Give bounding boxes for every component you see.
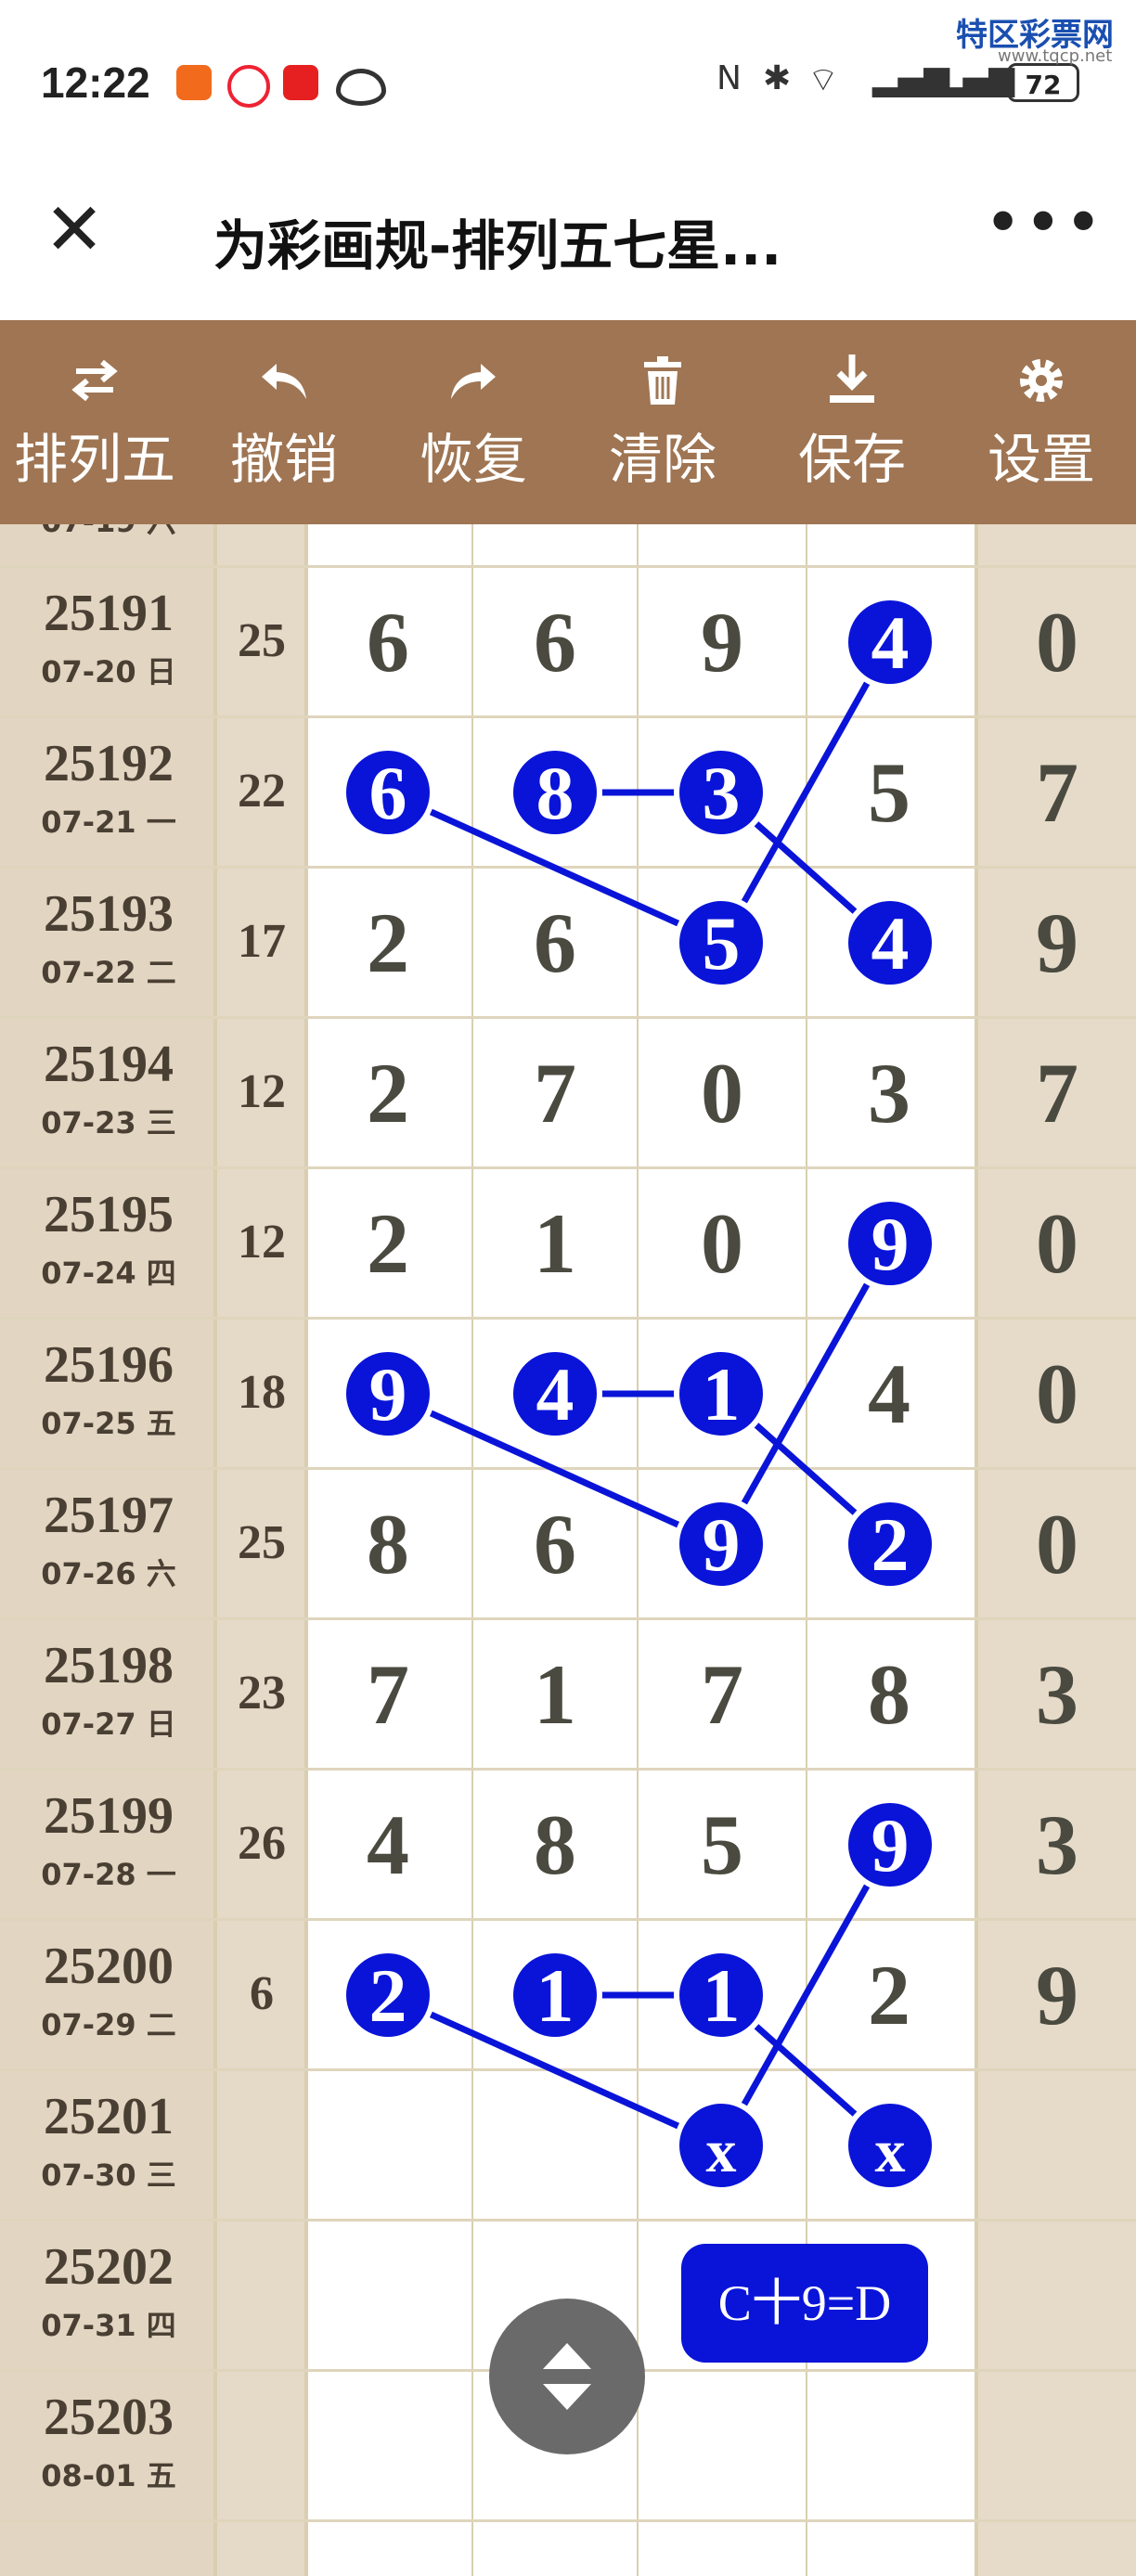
marked-digit[interactable]: 4 xyxy=(508,1346,602,1441)
marked-digit-label: 3 xyxy=(703,751,741,835)
marked-digit-label: x xyxy=(706,2118,737,2185)
marked-digit[interactable]: 1 xyxy=(674,1948,768,2042)
download-icon xyxy=(830,354,874,403)
marked-digit-label: 9 xyxy=(369,1352,407,1436)
status-bar: 12:22 N ✱ ⌔ ▂▄▆ ▂▄▆ 72 特区彩票网 www.tqcp.ne… xyxy=(0,0,1136,148)
page-title: 为彩画规-排列五七星... xyxy=(213,214,782,277)
marked-digit[interactable]: 1 xyxy=(508,1948,602,2042)
undo-icon xyxy=(262,364,306,399)
tool-label: 撤销 xyxy=(229,428,338,491)
marked-digit[interactable]: 9 xyxy=(843,1196,937,1291)
tool-label: 清除 xyxy=(608,428,716,491)
formula-badge[interactable]: C十9=D xyxy=(681,2244,928,2363)
marked-digit[interactable]: 9 xyxy=(843,1797,937,1892)
up-down-icon xyxy=(543,2343,591,2410)
pattern-overlay[interactable]: 4 6 8 3 5 4 9 9 4 1 9 2 9 2 1 1 x x xyxy=(0,524,1136,2576)
app-notification-icon xyxy=(176,65,212,100)
marked-digit-label: x xyxy=(875,2118,906,2185)
nav-bar: ✕ 为彩画规-排列五七星... ••• xyxy=(0,158,1136,306)
status-time: 12:22 xyxy=(41,58,150,107)
marked-digit[interactable]: x xyxy=(843,2098,937,2193)
marked-digit-label: 2 xyxy=(369,1953,407,2038)
marked-digit-label: 1 xyxy=(536,1953,574,2038)
settings-button[interactable]: 设置 xyxy=(947,320,1136,524)
red-app-icon xyxy=(283,65,318,100)
marked-digit-label: 9 xyxy=(703,1502,741,1587)
marked-digit[interactable]: 4 xyxy=(843,595,937,689)
marked-digit-label: 1 xyxy=(703,1953,741,2038)
tool-label: 设置 xyxy=(987,428,1095,491)
marked-digit[interactable]: 3 xyxy=(674,745,768,840)
marked-digit-label: 5 xyxy=(703,901,741,985)
scroll-toggle-button[interactable] xyxy=(489,2299,645,2454)
marked-digit-label: 4 xyxy=(871,901,910,985)
marked-digit-label: 4 xyxy=(871,600,910,685)
eye-icon xyxy=(336,69,386,106)
marked-digit-label: 4 xyxy=(536,1352,574,1436)
marked-digit[interactable]: 9 xyxy=(341,1346,435,1441)
tool-label: 恢复 xyxy=(419,428,527,491)
marked-digit[interactable]: 8 xyxy=(508,745,602,840)
marked-digit[interactable]: 1 xyxy=(674,1346,768,1441)
marked-digit-label: 8 xyxy=(536,751,574,835)
wifi-icon: ⌔ xyxy=(807,61,839,99)
weibo-icon xyxy=(227,65,270,108)
marked-digit[interactable]: x xyxy=(674,2098,768,2193)
marked-digit-label: 9 xyxy=(871,1803,910,1887)
swap-icon xyxy=(71,359,118,402)
marked-digit[interactable]: 4 xyxy=(843,895,937,990)
toolbar: 排列五 撤销 恢复 清除 保存 设置 xyxy=(0,320,1136,524)
bluetooth-icon: ✱ xyxy=(763,59,792,97)
marked-digit[interactable]: 2 xyxy=(843,1497,937,1591)
redo-button[interactable]: 恢复 xyxy=(379,320,568,524)
tool-label: 排列五 xyxy=(13,428,175,491)
marked-digit-label: 1 xyxy=(703,1352,741,1436)
clear-button[interactable]: 清除 xyxy=(568,320,757,524)
marked-digit[interactable]: 9 xyxy=(674,1497,768,1591)
undo-button[interactable]: 撤销 xyxy=(189,320,379,524)
trend-grid[interactable]: 2519007-19 六29499722519107-20 日256694025… xyxy=(0,524,1136,2576)
close-icon[interactable]: ✕ xyxy=(39,194,110,266)
switch-game-button[interactable]: 排列五 xyxy=(0,320,189,524)
marked-digit[interactable]: 2 xyxy=(341,1948,435,2042)
more-options-icon[interactable]: ••• xyxy=(984,190,1103,265)
marked-digit[interactable]: 6 xyxy=(341,745,435,840)
watermark-url: www.tqcp.net xyxy=(998,46,1113,66)
marked-digit-label: 2 xyxy=(871,1502,910,1587)
marked-digit[interactable]: 5 xyxy=(674,895,768,990)
battery-indicator: 72 xyxy=(1007,63,1079,102)
save-button[interactable]: 保存 xyxy=(757,320,947,524)
tool-label: 保存 xyxy=(797,428,906,491)
marked-digit-label: 9 xyxy=(871,1202,910,1286)
redo-icon xyxy=(451,364,496,399)
marked-digit-label: 6 xyxy=(369,751,407,835)
nfc-icon: N xyxy=(716,59,742,97)
gear-icon xyxy=(1020,359,1063,402)
trash-icon xyxy=(644,356,681,405)
